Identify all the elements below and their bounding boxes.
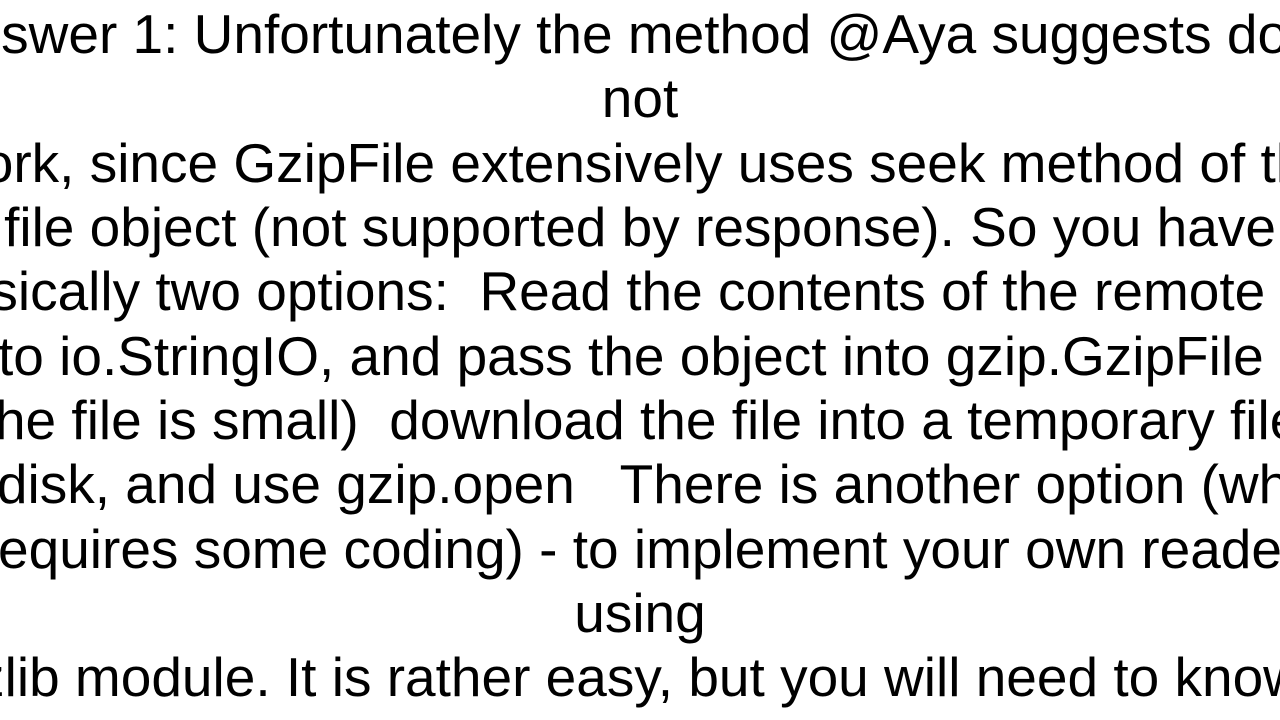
answer-line-8: requires some coding) - to implement you… — [0, 518, 1280, 644]
answer-line-6: the file is small) download the file int… — [0, 389, 1280, 451]
answer-line-3: file object (not supported by response).… — [4, 196, 1276, 258]
answer-text: Answer 1: Unfortunately the method @Aya … — [0, 2, 1280, 720]
answer-line-4: basically two options: Read the contents… — [0, 260, 1280, 322]
answer-line-7: on disk, and use gzip.open There is anot… — [0, 453, 1280, 515]
answer-line-2: work, since GzipFile extensively uses se… — [0, 132, 1280, 194]
document-viewport: Answer 1: Unfortunately the method @Aya … — [0, 0, 1280, 720]
answer-line-5: into io.StringIO, and pass the object in… — [0, 325, 1280, 387]
answer-line-10: about a magic constant (How can I decomp… — [0, 711, 1280, 720]
answer-line-1: Answer 1: Unfortunately the method @Aya … — [0, 3, 1280, 129]
answer-line-9: zlib module. It is rather easy, but you … — [0, 646, 1280, 708]
